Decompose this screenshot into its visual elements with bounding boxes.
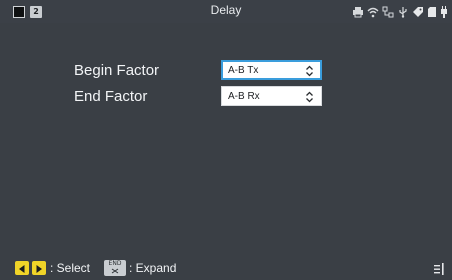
network-icon	[382, 6, 394, 17]
wifi-icon	[367, 7, 379, 17]
hint-bar: : Select END : Expand	[0, 256, 452, 280]
sd-card-icon	[428, 6, 436, 17]
right-key-icon	[32, 261, 46, 275]
status-icons	[352, 4, 448, 19]
begin-factor-value: A-B Tx	[228, 65, 259, 76]
status-bar: 2 Delay	[0, 0, 452, 23]
select-hint: : Select	[50, 261, 91, 275]
left-key-icon	[15, 261, 29, 275]
end-factor-value: A-B Rx	[228, 91, 260, 102]
tag-icon	[413, 6, 423, 17]
end-factor-select[interactable]: A-B Rx	[221, 86, 322, 106]
begin-factor-select[interactable]: A-B Tx	[221, 60, 322, 80]
printer-icon	[353, 6, 363, 17]
chevron-updown-icon	[306, 91, 313, 103]
end-key-icon: END	[104, 260, 126, 276]
begin-factor-label: Begin Factor	[74, 62, 160, 79]
usb-icon	[399, 6, 407, 18]
expand-hint: : Expand	[129, 261, 177, 275]
menu-icon[interactable]	[434, 263, 444, 275]
power-plug-icon	[441, 5, 447, 18]
chevron-updown-icon	[306, 65, 313, 77]
end-factor-label: End Factor	[74, 88, 148, 105]
end-key-label: END	[108, 260, 122, 267]
